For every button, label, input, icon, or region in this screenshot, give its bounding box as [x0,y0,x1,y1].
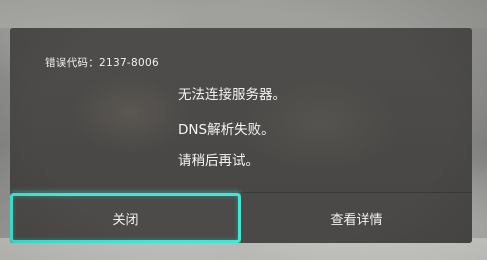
error-message-line-3: 请稍后再试。 [178,153,259,169]
view-details-button-label: 查看详情 [330,212,383,228]
error-message-line-2: DNS解析失败。 [178,122,275,138]
background-top-area [0,0,487,28]
error-dialog: 错误代码：2137-8006 无法连接服务器。 DNS解析失败。 请稍后再试。 … [10,28,472,243]
error-message-line-1: 无法连接服务器。 [178,87,286,103]
error-code-label: 错误代码：2137-8006 [45,57,159,69]
close-button[interactable]: 关闭 [10,193,241,243]
dialog-body: 错误代码：2137-8006 无法连接服务器。 DNS解析失败。 请稍后再试。 [10,28,472,192]
close-button-label: 关闭 [112,212,139,228]
view-details-button[interactable]: 查看详情 [241,193,472,243]
